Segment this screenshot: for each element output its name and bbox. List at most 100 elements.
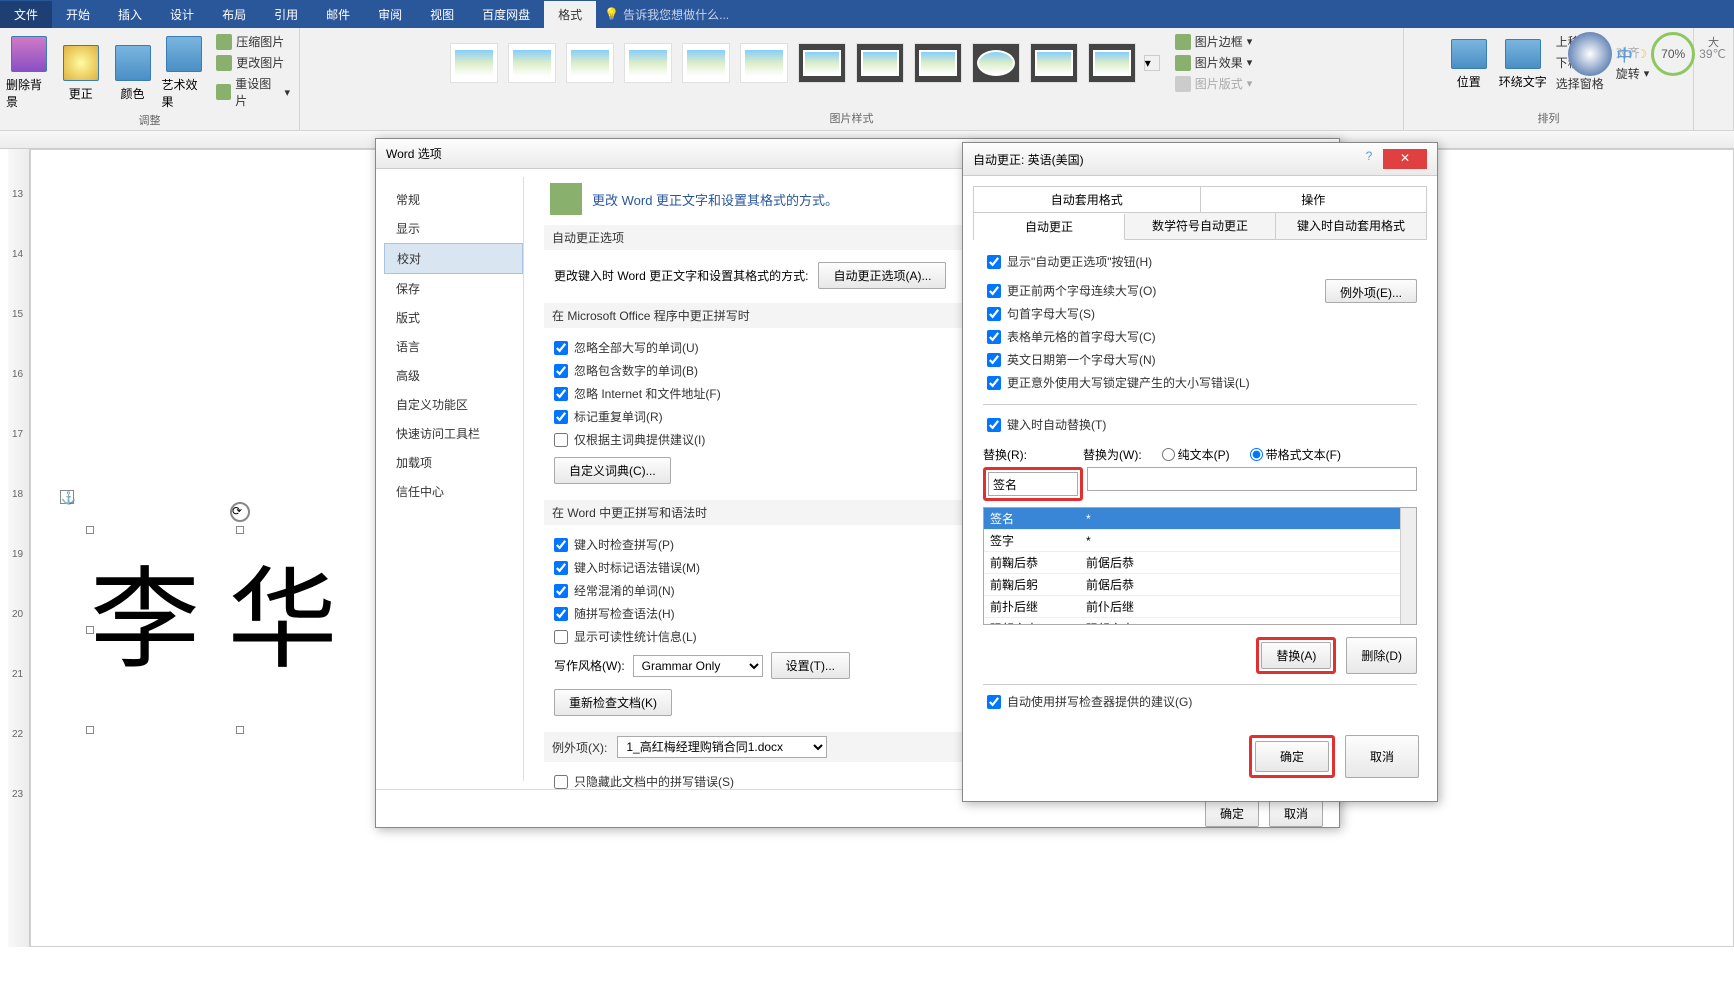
chk-day-cap[interactable] <box>987 353 1001 367</box>
ac-row[interactable]: 签字* <box>984 530 1416 552</box>
nav-layout[interactable]: 版式 <box>384 303 523 332</box>
autocorrect-options-button[interactable]: 自动更正选项(A)... <box>818 262 946 289</box>
ime-indicator[interactable]: 中 <box>1616 42 1632 66</box>
chk-confused-words[interactable] <box>554 584 568 598</box>
tab-design[interactable]: 设计 <box>156 1 208 28</box>
picture-style-8[interactable] <box>856 43 904 83</box>
wrap-text-button[interactable]: 环绕文字 <box>1499 35 1547 90</box>
autocorrect-close-button[interactable]: ✕ <box>1383 149 1427 169</box>
vertical-ruler[interactable]: 13 14 15 16 17 18 19 20 21 22 23 <box>8 149 30 947</box>
picture-layout-button[interactable]: 图片版式 ▾ <box>1172 74 1256 93</box>
chk-auto-spell-suggest[interactable] <box>987 695 1001 709</box>
options-cancel-button[interactable]: 取消 <box>1269 800 1323 827</box>
tab-format[interactable]: 格式 <box>544 1 596 28</box>
chk-ignore-uppercase[interactable] <box>554 341 568 355</box>
picture-style-10[interactable] <box>972 43 1020 83</box>
chk-hide-errors[interactable] <box>554 775 568 789</box>
rotate-handle[interactable]: ⟳ <box>230 502 250 522</box>
nav-language[interactable]: 语言 <box>384 332 523 361</box>
tab-autoformat[interactable]: 自动套用格式 <box>974 187 1201 212</box>
zoom-indicator[interactable]: 70% <box>1651 32 1695 76</box>
chk-readability[interactable] <box>554 630 568 644</box>
radio-formatted-text[interactable] <box>1250 446 1263 463</box>
chk-two-caps[interactable] <box>987 284 1001 298</box>
tab-review[interactable]: 审阅 <box>364 1 416 28</box>
picture-style-5[interactable] <box>682 43 730 83</box>
picture-style-4[interactable] <box>624 43 672 83</box>
picture-border-button[interactable]: 图片边框 ▾ <box>1172 32 1256 51</box>
tab-home[interactable]: 开始 <box>52 1 104 28</box>
picture-style-7[interactable] <box>798 43 846 83</box>
nav-qat[interactable]: 快速访问工具栏 <box>384 419 523 448</box>
ac-row[interactable]: 前鞠后恭前倨后恭 <box>984 552 1416 574</box>
resize-handle-w[interactable] <box>86 626 94 634</box>
autocorrect-table[interactable]: 签名*签字*前鞠后恭前倨后恭前鞠后躬前倨后恭前扑后继前仆后继强努之末强弩之末强做… <box>983 507 1417 625</box>
with-input[interactable] <box>1087 467 1417 491</box>
autocorrect-ok-button[interactable]: 确定 <box>1255 741 1329 772</box>
ac-row[interactable]: 签名* <box>984 508 1416 530</box>
chk-ignore-numbers[interactable] <box>554 364 568 378</box>
resize-handle-s[interactable] <box>236 726 244 734</box>
tab-mail[interactable]: 邮件 <box>312 1 364 28</box>
exceptions-doc-select[interactable]: 1_高红梅经理购销合同1.docx <box>617 736 827 758</box>
corrections-button[interactable]: 更正 <box>58 41 104 102</box>
delete-button[interactable]: 删除(D) <box>1346 637 1417 674</box>
tab-math-autocorrect[interactable]: 数学符号自动更正 <box>1125 213 1276 239</box>
position-button[interactable]: 位置 <box>1445 35 1493 90</box>
nav-display[interactable]: 显示 <box>384 214 523 243</box>
radio-plain-text[interactable] <box>1162 446 1175 463</box>
nav-save[interactable]: 保存 <box>384 274 523 303</box>
chk-ignore-urls[interactable] <box>554 387 568 401</box>
chk-show-autocorrect-button[interactable] <box>987 255 1001 269</box>
chk-repeat-words[interactable] <box>554 410 568 424</box>
change-picture-button[interactable]: 更改图片 <box>213 53 293 72</box>
chk-check-spelling[interactable] <box>554 538 568 552</box>
exceptions-button[interactable]: 例外项(E)... <box>1325 279 1417 303</box>
chk-sentence-cap[interactable] <box>987 307 1001 321</box>
nav-addins[interactable]: 加载项 <box>384 448 523 477</box>
compress-pictures-button[interactable]: 压缩图片 <box>213 32 293 51</box>
chk-main-dict[interactable] <box>554 433 568 447</box>
nav-general[interactable]: 常规 <box>384 185 523 214</box>
resize-handle-nw[interactable] <box>86 526 94 534</box>
ac-row[interactable]: 强努之末强弩之末 <box>984 618 1416 626</box>
tab-baidu[interactable]: 百度网盘 <box>468 1 544 28</box>
selection-pane-button[interactable]: 选择窗格 <box>1553 74 1607 93</box>
picture-style-11[interactable] <box>1030 43 1078 83</box>
chk-mark-grammar[interactable] <box>554 561 568 575</box>
nav-advanced[interactable]: 高级 <box>384 361 523 390</box>
nav-trust[interactable]: 信任中心 <box>384 477 523 506</box>
tell-me[interactable]: 💡告诉我您想做什么... <box>604 6 729 23</box>
ac-row[interactable]: 前鞠后躬前倨后恭 <box>984 574 1416 596</box>
replace-input[interactable] <box>988 472 1078 496</box>
resize-handle-n[interactable] <box>236 526 244 534</box>
options-ok-button[interactable]: 确定 <box>1205 800 1259 827</box>
signature-image[interactable]: ⟳ 李 华 ⚓ <box>90 530 390 730</box>
artistic-effects-button[interactable]: 艺术效果 <box>161 32 207 110</box>
replace-button[interactable]: 替换(A) <box>1261 642 1331 669</box>
autocorrect-cancel-button[interactable]: 取消 <box>1345 735 1419 778</box>
chk-capslock[interactable] <box>987 376 1001 390</box>
resize-handle-sw[interactable] <box>86 726 94 734</box>
tab-file[interactable]: 文件 <box>0 1 52 28</box>
writing-style-settings-button[interactable]: 设置(T)... <box>771 652 850 679</box>
table-scrollbar[interactable] <box>1400 508 1416 624</box>
custom-dict-button[interactable]: 自定义词典(C)... <box>554 457 671 484</box>
picture-style-12[interactable] <box>1088 43 1136 83</box>
nav-proofing[interactable]: 校对 <box>384 243 523 274</box>
chk-grammar-with-spelling[interactable] <box>554 607 568 621</box>
picture-style-9[interactable] <box>914 43 962 83</box>
chk-replace-as-type[interactable] <box>987 418 1001 432</box>
styles-more-button[interactable]: ▾ <box>1144 55 1160 71</box>
help-icon[interactable]: ? <box>1357 149 1381 169</box>
tab-view[interactable]: 视图 <box>416 1 468 28</box>
recheck-button[interactable]: 重新检查文档(K) <box>554 689 672 716</box>
picture-effects-button[interactable]: 图片效果 ▾ <box>1172 53 1256 72</box>
remove-background-button[interactable]: 删除背景 <box>6 32 52 110</box>
tab-operations[interactable]: 操作 <box>1201 187 1427 212</box>
color-button[interactable]: 颜色 <box>110 41 156 102</box>
picture-style-6[interactable] <box>740 43 788 83</box>
writing-style-select[interactable]: Grammar Only <box>633 655 763 677</box>
tab-insert[interactable]: 插入 <box>104 1 156 28</box>
tab-autocorrect[interactable]: 自动更正 <box>974 214 1125 240</box>
